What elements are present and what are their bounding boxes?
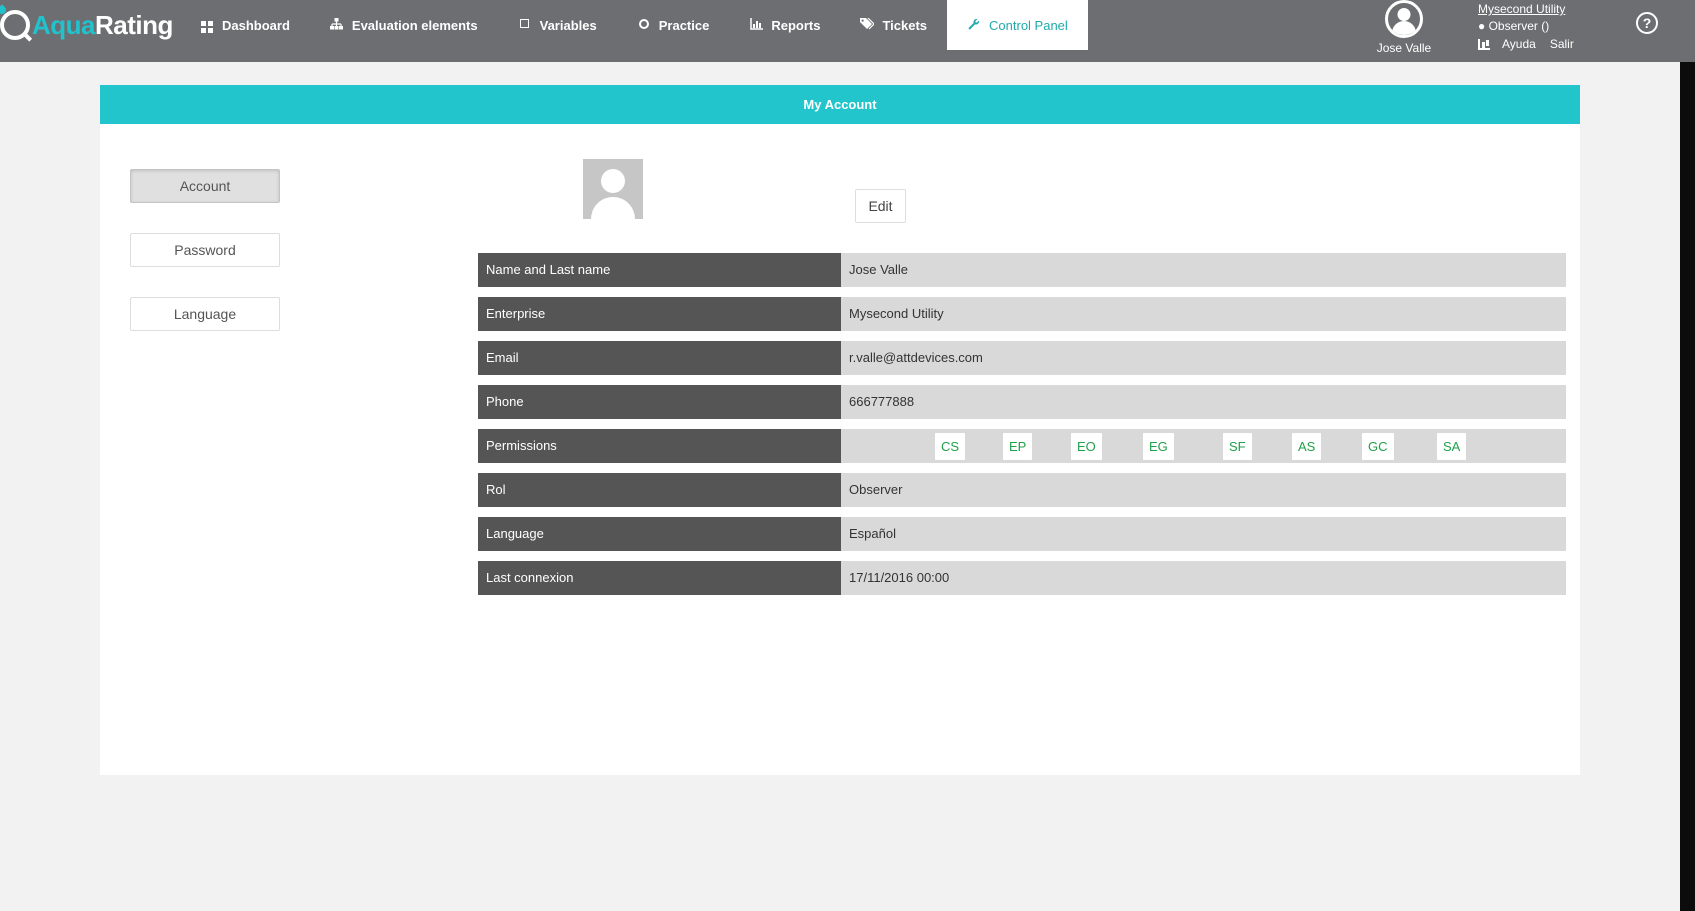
info-value: Jose Valle <box>841 253 1566 287</box>
user-silhouette-icon <box>601 169 625 193</box>
info-label: Rol <box>478 473 841 507</box>
logo-text: AquaRating <box>32 9 173 40</box>
info-row-enterprise: Enterprise Mysecond Utility <box>478 297 1566 331</box>
permission-badge: SF <box>1223 433 1252 460</box>
profile-photo <box>583 159 643 219</box>
help-link[interactable]: Ayuda <box>1502 36 1536 53</box>
language-tab-button[interactable]: Language <box>130 297 280 331</box>
info-label: Enterprise <box>478 297 841 331</box>
nav-reports[interactable]: Reports <box>729 0 840 50</box>
info-label: Email <box>478 341 841 375</box>
nav-practice[interactable]: Practice <box>617 0 730 50</box>
bar-chart-icon <box>749 17 763 33</box>
info-value: Mysecond Utility <box>841 297 1566 331</box>
user-avatar-icon <box>1385 0 1423 38</box>
info-value: 666777888 <box>841 385 1566 419</box>
square-icon <box>518 19 532 31</box>
nav-label: Reports <box>771 17 821 33</box>
info-value: Observer <box>841 473 1566 507</box>
top-navbar: AquaRating Dashboard Evaluation elements… <box>0 0 1695 62</box>
permission-badge: SA <box>1437 433 1467 460</box>
info-value: 17/11/2016 00:00 <box>841 561 1566 595</box>
sitemap-icon <box>330 17 344 33</box>
permission-badge: AS <box>1292 433 1322 460</box>
edit-button[interactable]: Edit <box>855 189 906 223</box>
user-profile-menu[interactable]: Jose Valle <box>1370 0 1438 55</box>
info-row-role: Rol Observer <box>478 473 1566 507</box>
nav-variables[interactable]: Variables <box>498 0 617 50</box>
nav-label: Practice <box>658 17 710 33</box>
account-info-table: Name and Last name Jose Valle Enterprise… <box>478 253 1566 605</box>
info-row-permissions: Permissions CS EP EO EG SF AS GC SA <box>478 429 1566 463</box>
user-name: Jose Valle <box>1376 41 1432 55</box>
info-row-last-connexion: Last connexion 17/11/2016 00:00 <box>478 561 1566 595</box>
logo-icon <box>0 10 30 40</box>
wrench-icon <box>967 18 981 33</box>
nav-label: Dashboard <box>222 17 290 33</box>
dashboard-grid-icon <box>200 17 214 33</box>
nav-dashboard[interactable]: Dashboard <box>180 0 310 50</box>
nav-label: Evaluation elements <box>351 17 478 33</box>
info-row-name: Name and Last name Jose Valle <box>478 253 1566 287</box>
permission-badge: EO <box>1071 433 1102 460</box>
my-account-card: My Account Account Password Language Edi… <box>100 85 1580 775</box>
permission-badge: CS <box>935 433 966 460</box>
info-row-phone: Phone 666777888 <box>478 385 1566 419</box>
password-tab-button[interactable]: Password <box>130 233 280 267</box>
nav-label: Variables <box>539 17 597 33</box>
help-row: Ayuda Salir <box>1478 36 1588 53</box>
account-tab-button[interactable]: Account <box>130 169 280 203</box>
info-value: Español <box>841 517 1566 551</box>
permission-badge: EG <box>1143 433 1174 460</box>
nav-label: Control Panel <box>989 17 1068 33</box>
tags-icon <box>860 17 876 33</box>
card-title: My Account <box>100 85 1580 124</box>
enterprise-info: Mysecond Utility ● Observer () Ayuda Sal… <box>1478 1 1588 53</box>
enterprise-link[interactable]: Mysecond Utility <box>1478 1 1588 18</box>
app-logo[interactable]: AquaRating <box>0 8 173 42</box>
info-label: Language <box>478 517 841 551</box>
info-row-language: Language Español <box>478 517 1566 551</box>
permission-badge: GC <box>1362 433 1394 460</box>
info-label: Permissions <box>478 429 841 463</box>
logout-link[interactable]: Salir <box>1550 36 1574 53</box>
user-role: ● Observer () <box>1478 19 1550 33</box>
permissions-values: CS EP EO EG SF AS GC SA <box>841 429 1566 463</box>
info-value: r.valle@attdevices.com <box>841 341 1566 375</box>
page-scrollbar[interactable] <box>1680 62 1695 911</box>
nav-evaluation-elements[interactable]: Evaluation elements <box>310 0 498 50</box>
permission-badge: EP <box>1003 433 1033 460</box>
info-row-email: Email r.valle@attdevices.com <box>478 341 1566 375</box>
chart-icon <box>1478 39 1490 50</box>
info-label: Name and Last name <box>478 253 841 287</box>
main-nav: Dashboard Evaluation elements Variables … <box>180 0 1088 50</box>
nav-label: Tickets <box>882 17 928 33</box>
info-label: Last connexion <box>478 561 841 595</box>
help-question-icon[interactable]: ? <box>1636 12 1658 34</box>
nav-control-panel[interactable]: Control Panel <box>947 0 1088 50</box>
nav-tickets[interactable]: Tickets <box>840 0 947 50</box>
circle-icon <box>637 18 651 32</box>
info-label: Phone <box>478 385 841 419</box>
